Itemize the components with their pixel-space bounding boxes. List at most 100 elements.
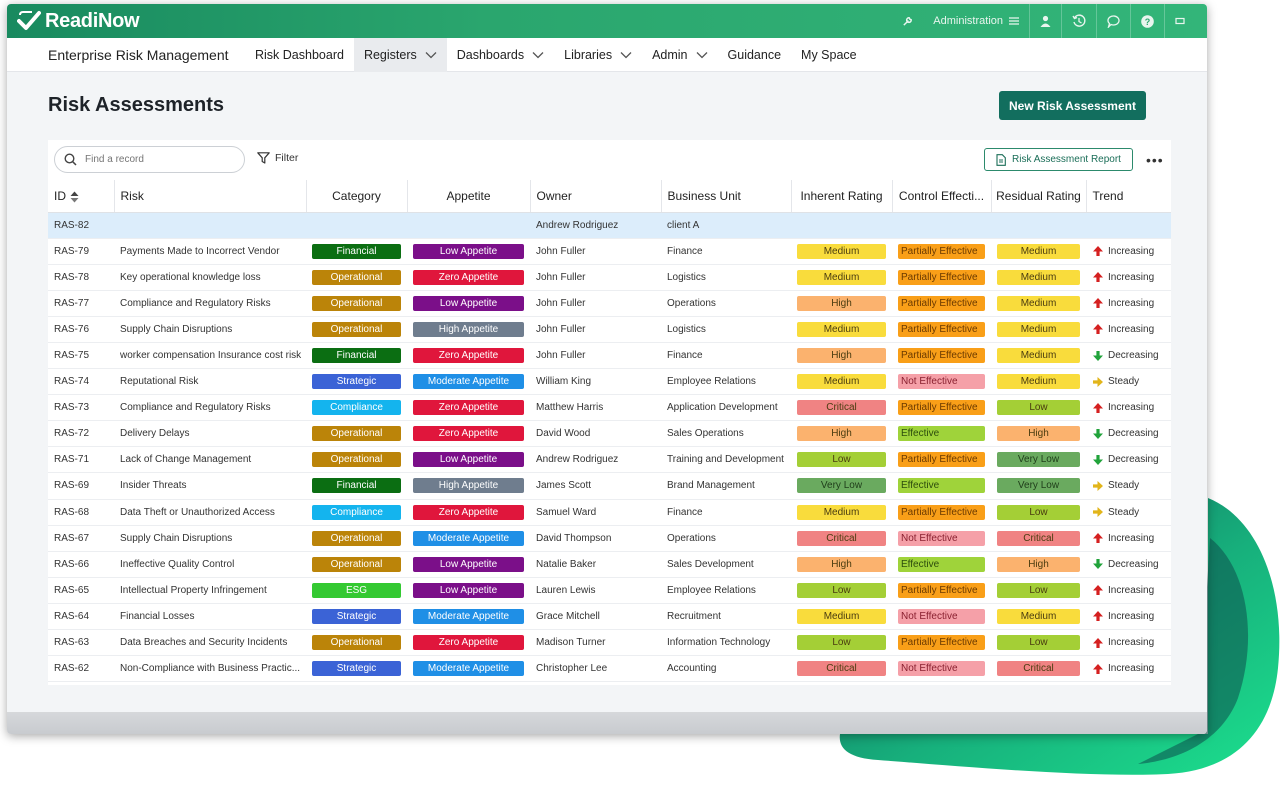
- column-header-label: Business Unit: [667, 188, 741, 203]
- nav-item-guidance[interactable]: Guidance: [718, 38, 792, 72]
- trend-label: Increasing: [1108, 637, 1155, 649]
- inherent-rating-cell: Medium: [791, 264, 892, 291]
- owner-cell: James Scott: [530, 472, 661, 500]
- business-unit-cell: Operations: [661, 525, 791, 552]
- id-cell: RAS-82: [48, 212, 114, 239]
- residual-rating-cell: Medium: [991, 238, 1086, 265]
- column-header-appetite[interactable]: Appetite: [407, 180, 531, 213]
- id-cell: RAS-71: [48, 446, 114, 474]
- risk-cell: Key operational knowledge loss: [114, 264, 306, 291]
- appetite-badge: Low Appetite: [413, 582, 524, 598]
- table-row[interactable]: RAS-82 Andrew Rodriguez client A: [48, 212, 1171, 239]
- owner-cell: Natalie Baker: [530, 551, 661, 578]
- control-effectiveness-cell: Partially Effective: [892, 264, 991, 291]
- table-row[interactable]: RAS-74 Reputational Risk Strategic Moderate…: [48, 368, 1171, 396]
- id-cell: RAS-74: [48, 368, 114, 396]
- id-cell: RAS-79: [48, 238, 114, 265]
- control-effectiveness-badge: Partially Effective: [898, 582, 985, 598]
- column-header-control-effectiveness[interactable]: Control Effecti...: [892, 180, 992, 213]
- appetite-badge: Moderate Appetite: [413, 661, 524, 677]
- table-row[interactable]: RAS-69 Insider Threats Financial High Appet…: [48, 472, 1171, 500]
- risk-assessments-table: ID Risk Category Appetite Owner Business Unit…: [48, 180, 1171, 683]
- column-header-category[interactable]: Category: [306, 180, 408, 213]
- appetite-badge: Moderate Appetite: [413, 374, 524, 390]
- appetite-badge: Zero Appetite: [413, 400, 524, 416]
- residual-rating-badge: Medium: [997, 295, 1080, 311]
- top-bar-actions: Administration ?: [892, 4, 1195, 38]
- appetite-cell: Zero Appetite: [407, 420, 530, 448]
- residual-rating-badge: Low: [997, 504, 1080, 520]
- appetite-badge: Zero Appetite: [413, 504, 524, 520]
- category-badge: Compliance: [312, 400, 401, 416]
- table-row[interactable]: RAS-68 Data Theft or Unauthorized Access C…: [48, 499, 1171, 526]
- table-row[interactable]: RAS-63 Data Breaches and Security Inciden…: [48, 629, 1171, 657]
- administration-menu[interactable]: Administration: [923, 4, 1029, 38]
- column-header-trend[interactable]: Trend: [1086, 180, 1171, 213]
- appetite-cell: Low Appetite: [407, 290, 530, 317]
- nav-item-admin[interactable]: Admin: [642, 38, 717, 72]
- control-effectiveness-cell: Partially Effective: [892, 499, 991, 526]
- residual-rating-badge: Low: [997, 582, 1080, 598]
- nav-item-registers[interactable]: Registers: [353, 37, 447, 72]
- business-unit-cell: Application Development: [661, 394, 791, 422]
- sort-icon[interactable]: [70, 191, 79, 203]
- minimize-icon[interactable]: [1165, 4, 1195, 38]
- risk-assessment-report-button[interactable]: Risk Assessment Report: [984, 148, 1133, 171]
- inherent-rating-cell: Very Low: [791, 472, 892, 500]
- help-icon[interactable]: ?: [1131, 4, 1164, 38]
- arrow-up-icon: [1093, 402, 1103, 413]
- table-row[interactable]: RAS-76 Supply Chain Disruptions Operationa…: [48, 316, 1171, 343]
- table-row[interactable]: RAS-64 Financial Losses Strategic Moderate …: [48, 603, 1171, 631]
- residual-rating-badge: Very Low: [997, 478, 1080, 494]
- table-row[interactable]: RAS-79 Payments Made to Incorrect Vendor F…: [48, 238, 1171, 265]
- column-header-residual-rating[interactable]: Residual Rating: [991, 180, 1087, 213]
- inherent-rating-badge: Low: [797, 582, 886, 598]
- wrench-icon[interactable]: [892, 4, 923, 38]
- chat-icon[interactable]: [1097, 4, 1130, 38]
- inherent-rating-cell: Medium: [791, 316, 892, 343]
- nav-item-libraries[interactable]: Libraries: [554, 38, 642, 72]
- risk-cell: Data Breaches and Security Incidents: [114, 629, 306, 657]
- inherent-rating-badge: Low: [797, 635, 886, 651]
- app-logo[interactable]: ReadiNow: [17, 10, 140, 33]
- category-cell: Financial: [306, 342, 407, 370]
- history-icon[interactable]: [1062, 4, 1096, 38]
- table-row[interactable]: RAS-73 Compliance and Regulatory Risks Com…: [48, 394, 1171, 422]
- filter-button[interactable]: Filter: [257, 152, 298, 164]
- table-row[interactable]: RAS-65 Intellectual Property Infringement…: [48, 577, 1171, 604]
- column-header-inherent-rating[interactable]: Inherent Rating: [791, 180, 893, 213]
- filter-icon: [257, 152, 270, 164]
- inherent-rating-cell: High: [791, 342, 892, 370]
- appetite-cell: Low Appetite: [407, 577, 530, 604]
- nav-item-my-space[interactable]: My Space: [791, 38, 867, 72]
- table-row[interactable]: RAS-71 Lack of Change Management Operation…: [48, 446, 1171, 474]
- table-row[interactable]: RAS-77 Compliance and Regulatory Risks Ope…: [48, 290, 1171, 317]
- table-row[interactable]: RAS-75 worker compensation Insurance cost…: [48, 342, 1171, 370]
- table-row[interactable]: RAS-72 Delivery Delays Operational Zero App…: [48, 420, 1171, 448]
- column-header-label: Trend: [1092, 188, 1124, 203]
- table-row[interactable]: RAS-66 Ineffective Quality Control Operati…: [48, 551, 1171, 578]
- nav-item-risk-dashboard[interactable]: Risk Dashboard: [245, 38, 354, 72]
- user-icon[interactable]: [1030, 4, 1061, 38]
- trend-indicator: Decreasing: [1092, 428, 1171, 440]
- nav-item-dashboards[interactable]: Dashboards: [447, 38, 554, 72]
- column-header-owner[interactable]: Owner: [530, 180, 662, 213]
- column-header-risk[interactable]: Risk: [114, 180, 307, 213]
- table-row[interactable]: RAS-62 Non-Compliance with Business Pract…: [48, 655, 1171, 683]
- category-cell: Strategic: [306, 603, 407, 631]
- search-input[interactable]: [85, 154, 225, 165]
- residual-rating-badge: Critical: [997, 530, 1080, 546]
- new-risk-assessment-button[interactable]: New Risk Assessment: [999, 91, 1146, 120]
- column-header-id[interactable]: ID: [48, 180, 115, 213]
- business-unit-cell: Finance: [661, 342, 791, 370]
- more-options-icon[interactable]: •••: [1146, 152, 1164, 168]
- table-row[interactable]: RAS-78 Key operational knowledge loss Oper…: [48, 264, 1171, 291]
- category-cell: ESG: [306, 577, 407, 604]
- table-row[interactable]: RAS-67 Supply Chain Disruptions Operationa…: [48, 525, 1171, 552]
- arrow-up-icon: [1093, 246, 1103, 257]
- search-box[interactable]: [54, 146, 245, 173]
- column-header-business-unit[interactable]: Business Unit: [661, 180, 792, 213]
- trend-cell: Decreasing: [1086, 446, 1171, 474]
- residual-rating-badge: Critical: [997, 661, 1080, 677]
- id-cell: RAS-77: [48, 290, 114, 317]
